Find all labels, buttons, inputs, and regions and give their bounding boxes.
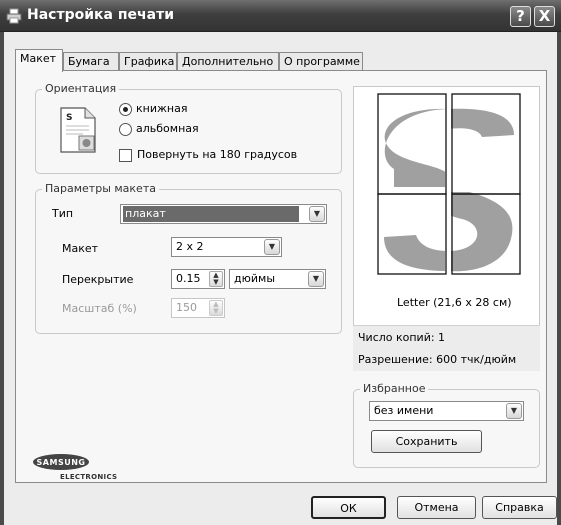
units-value: дюймы <box>234 272 275 285</box>
favorites-combobox[interactable]: без имени ▼ <box>369 401 524 421</box>
tab-graphics[interactable]: Графика <box>119 52 177 71</box>
tab-paper[interactable]: Бумага <box>63 52 119 71</box>
dropdown-arrow-icon[interactable]: ▼ <box>506 403 522 419</box>
svg-text:SAMSUNG: SAMSUNG <box>37 458 86 467</box>
window-frame-left <box>0 32 4 525</box>
type-value: плакат <box>123 206 299 222</box>
dropdown-arrow-icon[interactable]: ▼ <box>309 206 325 222</box>
rotate-180-checkbox[interactable] <box>119 149 132 162</box>
poster-preview-graphic <box>377 93 521 275</box>
close-title-button[interactable]: X <box>534 6 555 27</box>
portrait-document-icon: S <box>58 106 98 157</box>
favorites-value: без имени <box>374 404 434 417</box>
help-title-button[interactable]: ? <box>510 6 531 27</box>
layout-params-group-label: Параметры макета <box>42 182 159 195</box>
tab-about[interactable]: О программе <box>279 52 363 71</box>
rotate-180-label[interactable]: Повернуть на 180 градусов <box>137 148 297 161</box>
title-bar[interactable]: Настройка печати ? X <box>0 0 561 32</box>
save-favorite-button[interactable]: Сохранить <box>371 430 482 453</box>
portrait-label[interactable]: книжная <box>136 102 187 115</box>
scale-label: Масштаб (%) <box>62 302 137 315</box>
resolution-text: Разрешение: 600 тчк/дюйм <box>358 353 517 366</box>
scale-spinner: 150 ▲ ▼ <box>171 298 225 318</box>
print-settings-window: Настройка печати ? X Макет Бумага График… <box>0 0 561 525</box>
layout-value: 2 x 2 <box>176 240 204 253</box>
overlap-spinner[interactable]: 0.15 ▲ ▼ <box>171 269 225 289</box>
ok-button[interactable]: ОК <box>311 496 386 519</box>
tab-layout[interactable]: Макет <box>15 49 63 72</box>
layout-label: Макет <box>62 242 99 255</box>
preview-info: Число копий: 1 Разрешение: 600 тчк/дюйм <box>353 325 540 371</box>
samsung-logo: SAMSUNG ELECTRONICS <box>33 454 129 485</box>
tab-advanced[interactable]: Дополнительно <box>177 52 279 71</box>
layout-combobox[interactable]: 2 x 2 ▼ <box>171 237 282 257</box>
type-label: Тип <box>52 207 74 220</box>
cancel-button[interactable]: Отмена <box>397 496 476 519</box>
landscape-label[interactable]: альбомная <box>136 122 199 135</box>
window-frame-right <box>557 32 561 525</box>
dropdown-arrow-icon[interactable]: ▼ <box>308 271 324 287</box>
orientation-group-label: Ориентация <box>42 82 120 95</box>
scale-value: 150 <box>176 301 197 314</box>
spin-arrows-icon[interactable]: ▲ ▼ <box>209 271 223 287</box>
svg-text:ELECTRONICS: ELECTRONICS <box>60 473 117 481</box>
dropdown-arrow-icon[interactable]: ▼ <box>264 239 280 255</box>
overlap-value: 0.15 <box>176 272 201 285</box>
units-combobox[interactable]: дюймы ▼ <box>229 269 326 289</box>
portrait-radio[interactable] <box>119 103 132 116</box>
type-combobox[interactable]: плакат ▼ <box>120 204 327 224</box>
help-button[interactable]: Справка <box>482 496 557 519</box>
spin-arrows-icon: ▲ ▼ <box>209 300 223 316</box>
landscape-radio[interactable] <box>119 123 132 136</box>
printer-icon <box>6 8 22 24</box>
svg-text:S: S <box>66 113 72 123</box>
copies-text: Число копий: 1 <box>358 331 446 344</box>
window-title: Настройка печати <box>27 7 174 23</box>
favorites-group-label: Избранное <box>360 382 429 395</box>
paper-size-text: Letter (21,6 x 28 см) <box>397 296 512 309</box>
overlap-label: Перекрытие <box>62 273 134 286</box>
